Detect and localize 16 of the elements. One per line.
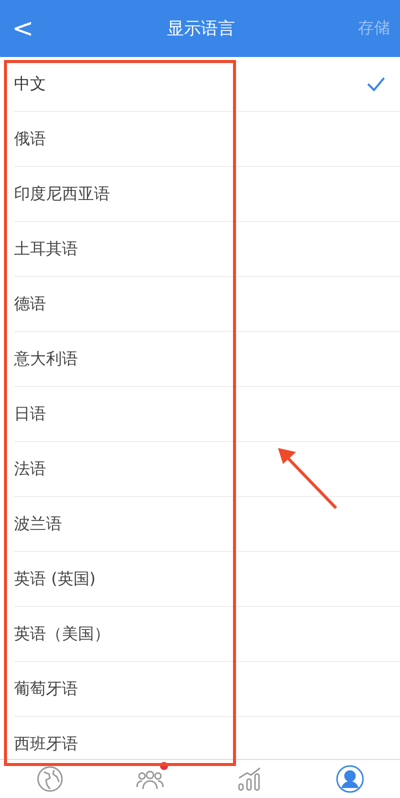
language-item[interactable]: 德语	[14, 277, 400, 332]
page-title: 显示语言	[167, 18, 235, 40]
language-item[interactable]: 日语	[14, 387, 400, 442]
language-item[interactable]: 中文	[14, 57, 400, 112]
back-button[interactable]: <	[6, 14, 40, 44]
language-item[interactable]: 意大利语	[14, 332, 400, 387]
language-item[interactable]: 英语 (英国)	[14, 552, 400, 607]
language-item[interactable]: 土耳其语	[14, 222, 400, 277]
language-item[interactable]: 俄语	[14, 112, 400, 167]
profile-icon	[335, 764, 365, 794]
check-icon	[366, 76, 386, 92]
language-item[interactable]: 葡萄牙语	[14, 662, 400, 717]
language-item[interactable]: 英语（美国）	[14, 607, 400, 662]
language-item[interactable]: 印度尼西亚语	[14, 167, 400, 222]
language-item[interactable]: 波兰语	[14, 497, 400, 552]
globe-icon	[35, 764, 65, 794]
